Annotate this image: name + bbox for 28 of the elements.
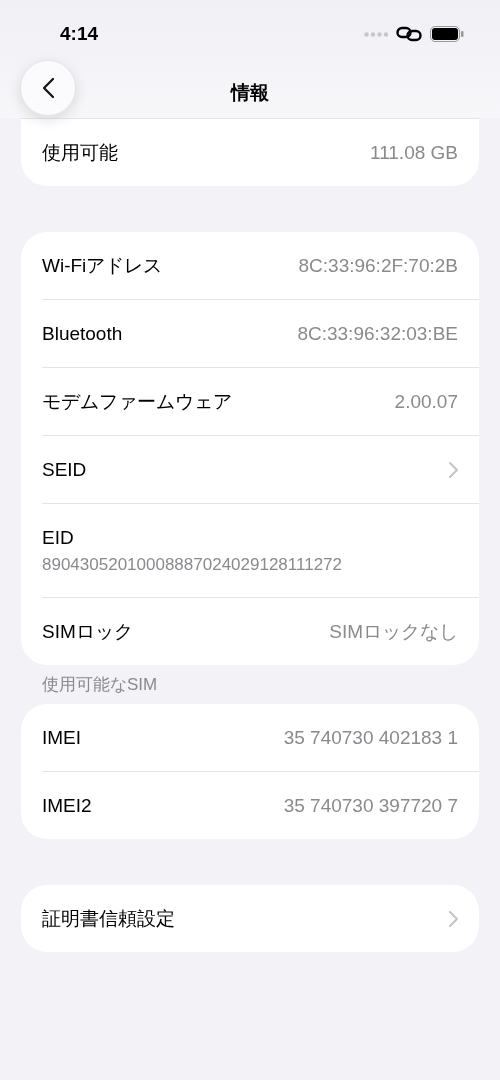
link-icon xyxy=(396,26,422,42)
row-label[interactable]: SEID xyxy=(42,458,449,481)
row-value: 35 740730 397720 7 xyxy=(283,794,458,817)
chevron-icon xyxy=(449,461,458,478)
row-label: SIMロック xyxy=(42,619,134,644)
row-label: モデムファームウェア xyxy=(42,389,233,414)
section-header: 使用可能なSIM xyxy=(41,674,159,696)
row-value: SIMロックなし xyxy=(329,619,458,644)
row-label: IMEI2 xyxy=(42,794,93,817)
back-button[interactable] xyxy=(20,60,76,116)
signal-dots-icon xyxy=(364,31,388,37)
chevron-icon xyxy=(449,910,458,927)
row-value: 8C:33:96:32:03:BE xyxy=(297,322,458,345)
back-icon xyxy=(41,77,55,99)
row-label: Wi-Fiアドレス xyxy=(42,253,164,278)
row-value: 89043052010008887024029128111272 xyxy=(42,554,343,575)
row-label: Bluetooth xyxy=(42,322,124,345)
row-value: 2.00.07 xyxy=(394,390,458,413)
row-label: EID xyxy=(42,526,74,549)
row-label: 使用可能 xyxy=(42,140,119,165)
page-title: 情報 xyxy=(231,81,269,105)
row-value: 111.08 GB xyxy=(369,141,458,164)
battery-icon xyxy=(430,26,464,42)
row-label[interactable]: 証明書信頼設定 xyxy=(42,905,449,932)
row-value: 35 740730 402183 1 xyxy=(283,726,458,749)
row-label: IMEI xyxy=(42,726,83,749)
status-time: 4:14 xyxy=(60,23,100,45)
row-value: 8C:33:96:2F:70:2B xyxy=(298,254,458,277)
